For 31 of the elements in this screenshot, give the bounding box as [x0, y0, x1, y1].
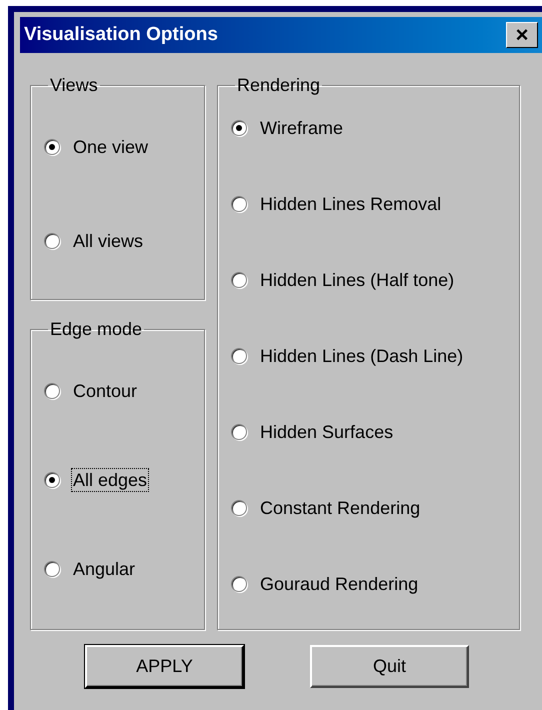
dialog-button[interactable]: Quit — [310, 645, 469, 688]
radio-button[interactable] — [231, 272, 247, 288]
option-label: All edges — [72, 469, 148, 491]
radio-button[interactable] — [231, 576, 247, 592]
close-button[interactable]: × — [506, 22, 538, 48]
radio-button[interactable] — [44, 139, 60, 155]
option-label: All views — [72, 230, 144, 252]
radio-button[interactable] — [44, 383, 60, 399]
option-label: Hidden Lines Removal — [259, 193, 442, 215]
group-title: Edge mode — [49, 318, 144, 340]
group-title: Views — [49, 74, 99, 96]
radio-button[interactable] — [231, 348, 247, 364]
radio-button[interactable] — [231, 500, 247, 516]
option-label: Contour — [72, 380, 138, 402]
option-label: Angular — [72, 558, 136, 580]
radio-button[interactable] — [231, 424, 247, 440]
dialog-button[interactable]: APPLY — [85, 645, 244, 688]
radio-button[interactable] — [231, 120, 247, 136]
option-label: One view — [72, 136, 150, 158]
option-label: Constant Rendering — [259, 497, 422, 519]
radio-button[interactable] — [44, 233, 60, 249]
option-label: Hidden Surfaces — [259, 421, 394, 443]
radio-button[interactable] — [44, 472, 60, 488]
option-label: Wireframe — [259, 117, 344, 139]
radio-button[interactable] — [231, 196, 247, 212]
option-label: Hidden Lines (Half tone) — [259, 269, 456, 291]
option-label: Gouraud Rendering — [259, 573, 420, 595]
window-title: Visualisation Options — [24, 22, 218, 47]
option-label: Hidden Lines (Dash Line) — [259, 345, 464, 367]
radio-button[interactable] — [44, 561, 60, 577]
group-title: Rendering — [236, 74, 322, 96]
